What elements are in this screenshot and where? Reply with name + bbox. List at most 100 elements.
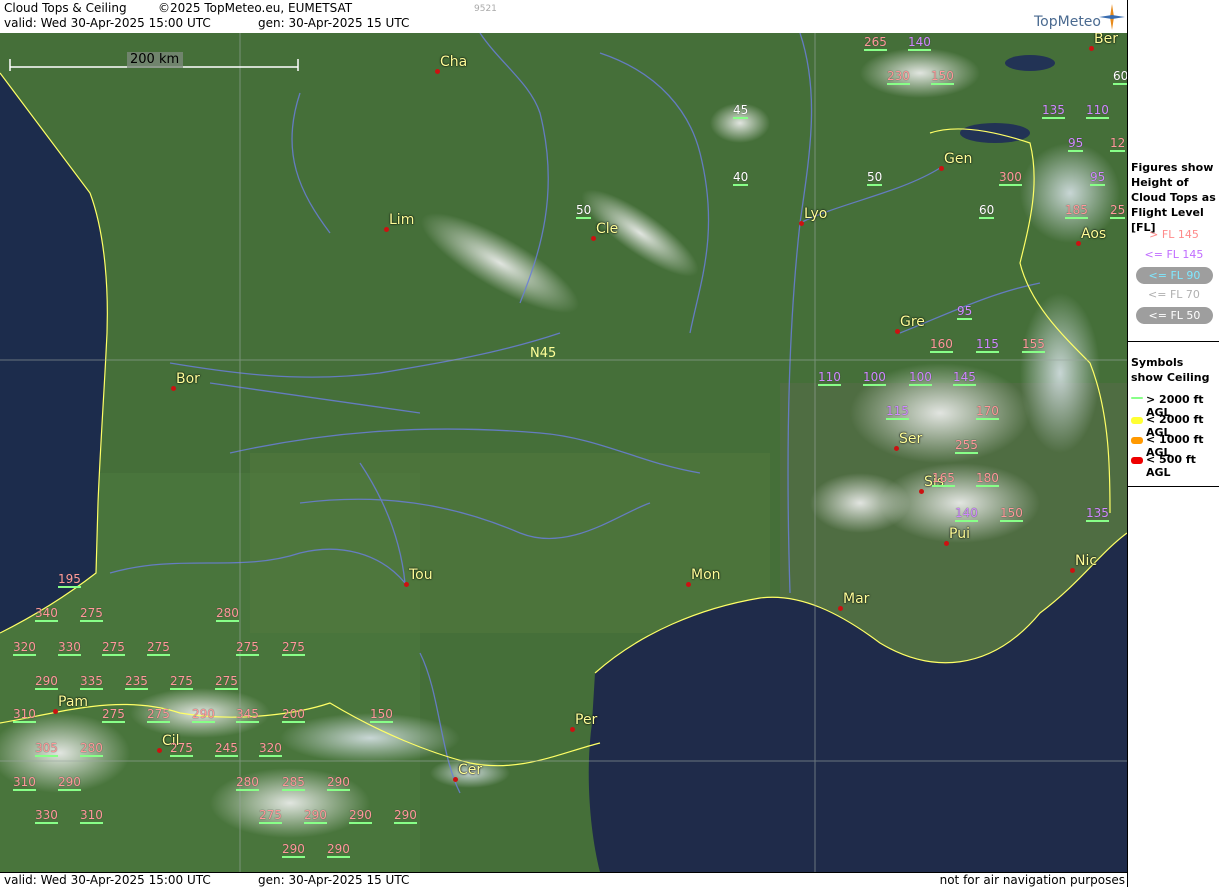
cloud-top-value: 115: [976, 337, 999, 353]
city-label: Lyo: [804, 206, 828, 222]
cloud-top-value: 160: [930, 337, 953, 353]
cloud-top-value: 290: [349, 808, 372, 824]
copyright: ©2025 TopMeteo.eu, EUMETSAT: [158, 1, 353, 15]
ceiling-swatch: [1131, 457, 1143, 464]
cloud-top-value: 320: [259, 741, 282, 757]
city-label: Gen: [944, 151, 973, 167]
cloud-top-value: 330: [35, 808, 58, 824]
header-bar: Cloud Tops & Ceiling ©2025 TopMeteo.eu, …: [0, 0, 1127, 34]
cloud-top-value: 290: [304, 808, 327, 824]
legend-fl-item: <= FL 70: [1148, 288, 1200, 301]
legend-divider: [1128, 341, 1219, 342]
city-label: Ber: [1094, 33, 1118, 47]
satellite-map[interactable]: 200 km N45 Cha Lim Cle Lyo Gen Ber Aos Gre Bor Se…: [0, 33, 1127, 872]
ceiling-swatch: [1131, 417, 1143, 424]
cloud-top-value: 320: [13, 640, 36, 656]
legend-panel: Figures show Height of Cloud Tops as Fli…: [1127, 0, 1219, 887]
cloud-top-value: 60: [1113, 69, 1127, 85]
brand-logo: TopMeteo: [1034, 14, 1101, 30]
cloud-top-value: 275: [259, 808, 282, 824]
ceiling-swatch: [1131, 397, 1143, 399]
city-label: Mon: [691, 567, 721, 583]
cloud-top-value: 235: [125, 674, 148, 690]
cloud-top-value: 165: [932, 471, 955, 487]
cloud-top-value: 290: [394, 808, 417, 824]
image-id: 9521: [474, 4, 497, 14]
city-label: Lim: [389, 212, 415, 228]
cloud-top-value: 95: [1090, 170, 1106, 186]
ceiling-legend-item: < 500 ft AGL: [1146, 453, 1196, 479]
cloud-top-value: 195: [58, 572, 81, 588]
city-label: Per: [575, 712, 598, 728]
cloud-top-value: 280: [80, 741, 103, 757]
cloud-top-value: 275: [282, 640, 305, 656]
city-label: Gre: [900, 314, 925, 330]
legend-fl-item: <= FL 90: [1136, 267, 1213, 284]
ceiling-swatch: [1131, 437, 1143, 444]
cloud-top-value: 275: [102, 707, 125, 723]
legend-figures-title: Figures show Height of Cloud Tops as Fli…: [1131, 161, 1216, 234]
cloud-top-value: 290: [192, 707, 215, 723]
cloud-top-value: 25: [1110, 203, 1126, 219]
cloud-top-value: 280: [236, 775, 259, 791]
footer-gen-time: gen: 30-Apr-2025 15 UTC: [258, 873, 410, 887]
cloud-top-value: 150: [931, 69, 954, 85]
cloud-top-value: 155: [1022, 337, 1045, 353]
cloud-top-value: 135: [1042, 103, 1065, 119]
scale-bar-label: 200 km: [130, 52, 180, 67]
cloud-top-value: 280: [216, 606, 239, 622]
cloud-top-value: 275: [236, 640, 259, 656]
cloud-top-value: 40: [733, 170, 749, 186]
cloud-top-value: 265: [864, 35, 887, 51]
cloud-top-value: 115: [886, 404, 909, 420]
cloud-top-value: 150: [1000, 506, 1023, 522]
cloud-top-value: 50: [576, 203, 592, 219]
cloud-top-value: 150: [370, 707, 393, 723]
cloud-top-value: 140: [908, 35, 931, 51]
city-label: Nic: [1075, 553, 1098, 569]
cloud-top-value: 300: [999, 170, 1022, 186]
cloud-top-value: 95: [1068, 136, 1084, 152]
cloud-top-value: 290: [35, 674, 58, 690]
cloud-top-value: 100: [909, 370, 932, 386]
latitude-label: N45: [530, 346, 557, 361]
cloud-top-value: 110: [1086, 103, 1109, 119]
cloud-top-value: 170: [976, 404, 999, 420]
cloud-top-value: 275: [170, 741, 193, 757]
cloud-top-value: 305: [35, 741, 58, 757]
city-label: Mar: [843, 591, 870, 607]
cloud-top-value: 290: [58, 775, 81, 791]
cloud-top-value: 335: [80, 674, 103, 690]
legend-fl-item: > FL 145: [1149, 228, 1199, 241]
map-title: Cloud Tops & Ceiling: [4, 1, 127, 15]
cloud-top-value: 180: [976, 471, 999, 487]
cloud-top-value: 200: [282, 707, 305, 723]
cloud-top-value: 285: [282, 775, 305, 791]
cloud-top-value: 310: [80, 808, 103, 824]
cloud-top-value: 140: [955, 506, 978, 522]
city-label: Bor: [176, 371, 200, 387]
city-label: Pui: [949, 526, 970, 542]
cloud-top-value: 290: [327, 775, 350, 791]
city-label: Cha: [440, 54, 468, 70]
cloud-top-value: 230: [887, 69, 910, 85]
cloud-top-value: 330: [58, 640, 81, 656]
legend-symbols-title: Symbols show Ceiling: [1131, 356, 1210, 384]
cloud-top-value: 50: [867, 170, 883, 186]
cloud-top-value: 145: [953, 370, 976, 386]
cloud-top-value: 275: [170, 674, 193, 690]
footer-valid-time: valid: Wed 30-Apr-2025 15:00 UTC: [4, 873, 211, 887]
cloud-top-value: 255: [955, 438, 978, 454]
legend-fl-item: <= FL 145: [1144, 248, 1204, 261]
legend-fl-item: <= FL 50: [1136, 307, 1213, 324]
valid-time: valid: Wed 30-Apr-2025 15:00 UTC: [4, 16, 211, 30]
compass-logo-icon: [1099, 4, 1125, 30]
city-label: Aos: [1081, 226, 1107, 242]
cloud-top-value: 12: [1110, 136, 1126, 152]
city-label: Pam: [58, 694, 89, 710]
cloud-top-value: 60: [979, 203, 995, 219]
cloud-top-value: 45: [733, 103, 749, 119]
disclaimer: not for air navigation purposes: [939, 873, 1125, 887]
cloud-top-value: 100: [863, 370, 886, 386]
cloud-top-value: 310: [13, 707, 36, 723]
